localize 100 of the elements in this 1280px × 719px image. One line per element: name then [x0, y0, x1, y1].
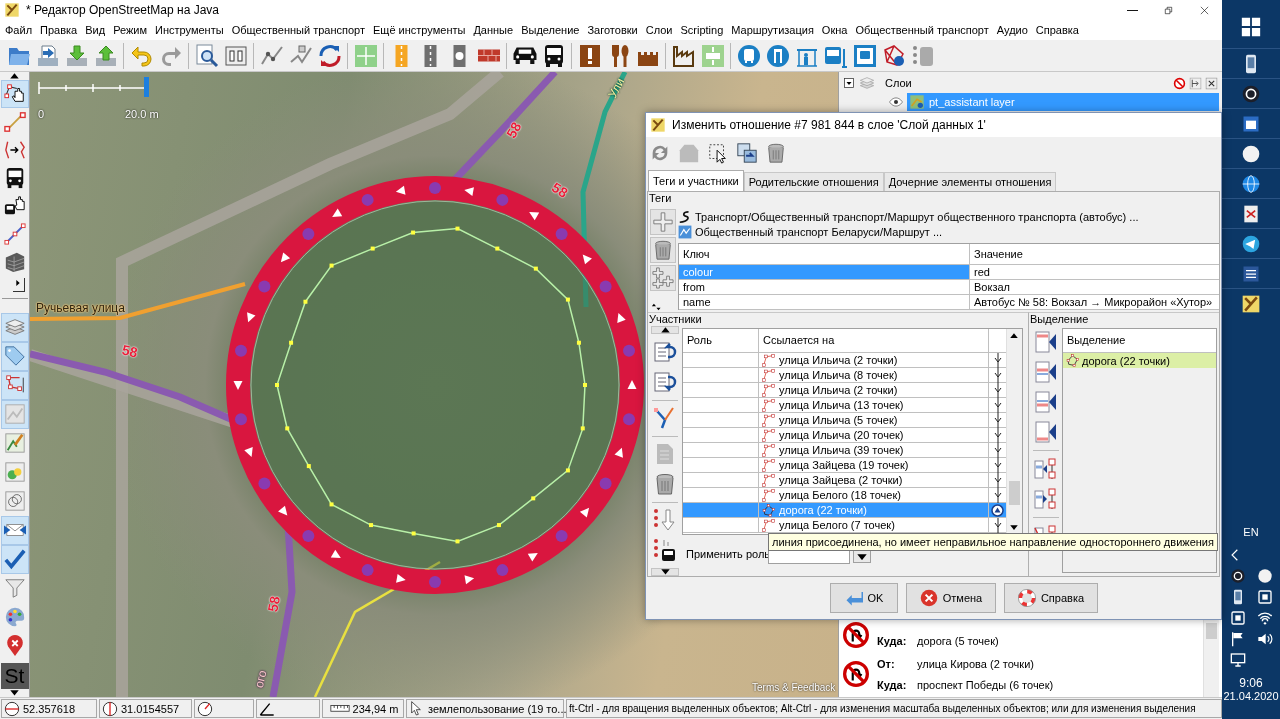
menu-item[interactable]: Окна	[817, 20, 852, 40]
monitor-icon[interactable]	[1229, 652, 1246, 668]
add-before-icon[interactable]	[1033, 360, 1058, 384]
circle-icon[interactable]	[1241, 143, 1261, 164]
zoom-page-icon[interactable]	[194, 43, 219, 68]
scrollbar-track[interactable]	[1006, 329, 1022, 534]
column-header[interactable]: Значение	[970, 244, 1219, 265]
member-row[interactable]: улица Ильича (20 точек)	[683, 428, 1006, 443]
bus-screen-icon[interactable]	[852, 43, 877, 68]
sort-members-icon[interactable]	[653, 405, 677, 430]
preset-link[interactable]: Общественный транспорт Беларуси/Маршрут ...	[695, 225, 943, 238]
menu-item[interactable]: Правка	[36, 20, 82, 40]
menu-item[interactable]: Заготовки	[583, 20, 642, 40]
scrollbar-thumb[interactable]	[1206, 623, 1217, 639]
tab[interactable]: Родительские отношения	[743, 172, 884, 191]
menu-item[interactable]: Данные	[469, 20, 518, 40]
selection-row[interactable]: дорога (22 точки)	[1063, 353, 1216, 368]
copy-relation-icon[interactable]	[736, 142, 758, 164]
add-at-top-icon[interactable]	[1033, 330, 1058, 354]
menu-item[interactable]: Слои	[641, 20, 677, 40]
bus-circle-icon[interactable]	[736, 43, 761, 68]
column-header[interactable]: Роль	[683, 329, 759, 352]
download-icon[interactable]	[64, 43, 89, 68]
member-row[interactable]: улица Ильича (5 точек)	[683, 413, 1006, 428]
crossed-document-icon[interactable]	[1241, 203, 1261, 224]
person-circle-icon[interactable]	[765, 43, 790, 68]
member-row[interactable]: улица Зайцева (19 точек)	[683, 458, 1006, 473]
menu-item[interactable]: Ещё инструменты	[369, 20, 470, 40]
column-header[interactable]: Выделение	[1063, 329, 1216, 353]
select-members-icon[interactable]	[707, 142, 729, 164]
disc-icon[interactable]	[1241, 83, 1261, 104]
scrollbar-track[interactable]	[1203, 620, 1219, 697]
paste-tags-icon[interactable]	[652, 267, 674, 289]
member-row[interactable]: улица Ильича (13 точек)	[683, 398, 1006, 413]
menu-item[interactable]: Вид	[81, 20, 110, 40]
download-object-icon[interactable]	[35, 43, 60, 68]
upload-icon[interactable]	[93, 43, 118, 68]
menu-item[interactable]: Scripting	[676, 20, 728, 40]
close-icon[interactable]	[1199, 4, 1210, 16]
tile-icon[interactable]	[1256, 589, 1273, 605]
globe-icon[interactable]	[1241, 173, 1261, 194]
route-network-icon[interactable]	[881, 43, 906, 68]
restore-icon[interactable]	[1163, 4, 1174, 16]
grid-tile-icon[interactable]	[353, 43, 378, 68]
menu-item[interactable]: Выделение	[517, 20, 584, 40]
four-squares-icon[interactable]	[1240, 16, 1262, 38]
member-row[interactable]: улица Ильича (2 точки)	[683, 353, 1006, 368]
tab[interactable]: Теги и участники	[648, 170, 744, 191]
move-down-icon[interactable]	[653, 369, 677, 394]
add-at-bottom-icon[interactable]	[1033, 420, 1058, 444]
move-up-icon[interactable]	[653, 339, 677, 364]
menu-item[interactable]: Общественный транспорт	[227, 20, 369, 40]
nodes-down-icon[interactable]	[653, 508, 677, 533]
eye-icon[interactable]	[889, 95, 903, 109]
help-button[interactable]: Справка	[1004, 583, 1098, 613]
ok-button[interactable]: OK	[830, 583, 898, 613]
tile-icon[interactable]	[1229, 610, 1246, 626]
paper-plane-icon[interactable]	[1241, 233, 1261, 254]
wifi-icon[interactable]	[1256, 610, 1273, 626]
tag-value[interactable]: red	[970, 265, 1219, 280]
scroll-up-icon[interactable]	[1010, 333, 1018, 339]
menu-item[interactable]: Файл	[1, 20, 37, 40]
car-icon[interactable]	[512, 46, 537, 65]
scroll-up-icon[interactable]	[660, 327, 670, 333]
app-icon[interactable]	[1241, 293, 1261, 314]
scroll-down-icon[interactable]	[1010, 524, 1018, 530]
tile-icon[interactable]	[700, 43, 725, 68]
member-row[interactable]: улица Ильича (8 точек)	[683, 368, 1006, 383]
select-on-map-icon[interactable]	[1033, 487, 1058, 511]
menu-item[interactable]: Общественный транспорт	[851, 20, 993, 40]
select-in-list-icon[interactable]	[1033, 457, 1058, 481]
no-turn-sign-icon[interactable]	[843, 661, 869, 687]
language-indicator[interactable]: EN	[1243, 526, 1259, 538]
circle-icon[interactable]	[1256, 568, 1273, 584]
brick-wall-icon[interactable]	[476, 49, 501, 62]
preferences-icon[interactable]	[223, 43, 248, 68]
clock-date[interactable]: 21.04.2020	[1223, 690, 1279, 702]
minimize-icon[interactable]	[1127, 9, 1138, 11]
collapse-icon[interactable]	[843, 77, 855, 89]
road-node-icon[interactable]	[453, 43, 466, 68]
dropdown-arrow-icon[interactable]	[857, 553, 867, 560]
menu-item[interactable]: Справка	[1031, 20, 1083, 40]
trash-icon[interactable]	[765, 142, 787, 164]
tag-value[interactable]: Автобус № 58: Вокзал → Микрорайон «Хутор»	[970, 295, 1219, 310]
menu-item[interactable]: Инструменты	[151, 20, 228, 40]
member-row[interactable]: улица Ильича (39 точек)	[683, 443, 1006, 458]
column-header[interactable]: Ссылается на	[759, 329, 989, 352]
no-turn-sign-icon[interactable]	[843, 622, 869, 648]
speaker-icon[interactable]	[1256, 631, 1273, 647]
menu-item[interactable]: Маршрутизация	[727, 20, 818, 40]
dock-icon[interactable]	[1189, 76, 1202, 90]
trash-icon[interactable]	[653, 472, 677, 497]
trash-icon[interactable]	[652, 239, 674, 261]
factory-icon[interactable]	[671, 43, 696, 68]
exclamation-icon[interactable]	[577, 43, 602, 68]
clock-time[interactable]: 9:06	[1239, 676, 1263, 690]
tag-key[interactable]: name	[679, 295, 970, 310]
splitter-arrows-icon[interactable]	[651, 302, 661, 312]
member-row[interactable]: улица Ильича (2 точки)	[683, 383, 1006, 398]
member-row[interactable]: улица Зайцева (2 точки)	[683, 473, 1006, 488]
